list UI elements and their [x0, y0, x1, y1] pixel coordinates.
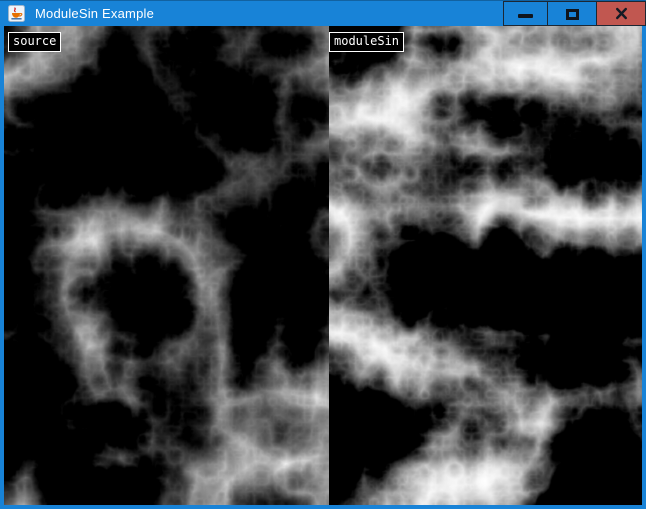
- modulesin-noise-image: [329, 26, 642, 505]
- minimize-icon: [518, 14, 533, 18]
- close-icon: [615, 7, 628, 20]
- java-coffee-cup-icon: [8, 5, 25, 22]
- source-noise-image: [4, 26, 329, 505]
- app-window: ModuleSin Example source moduleSin: [0, 0, 646, 509]
- window-controls: [503, 1, 646, 27]
- close-button[interactable]: [597, 1, 646, 26]
- titlebar[interactable]: ModuleSin Example: [0, 0, 646, 26]
- render-area: source moduleSin: [4, 26, 642, 505]
- source-panel: source: [4, 26, 329, 505]
- modulesin-label: moduleSin: [329, 32, 404, 52]
- modulesin-panel: moduleSin: [329, 26, 642, 505]
- maximize-button[interactable]: [548, 1, 597, 26]
- maximize-icon: [566, 9, 579, 20]
- minimize-button[interactable]: [503, 1, 548, 26]
- source-label: source: [8, 32, 61, 52]
- window-title: ModuleSin Example: [35, 6, 154, 21]
